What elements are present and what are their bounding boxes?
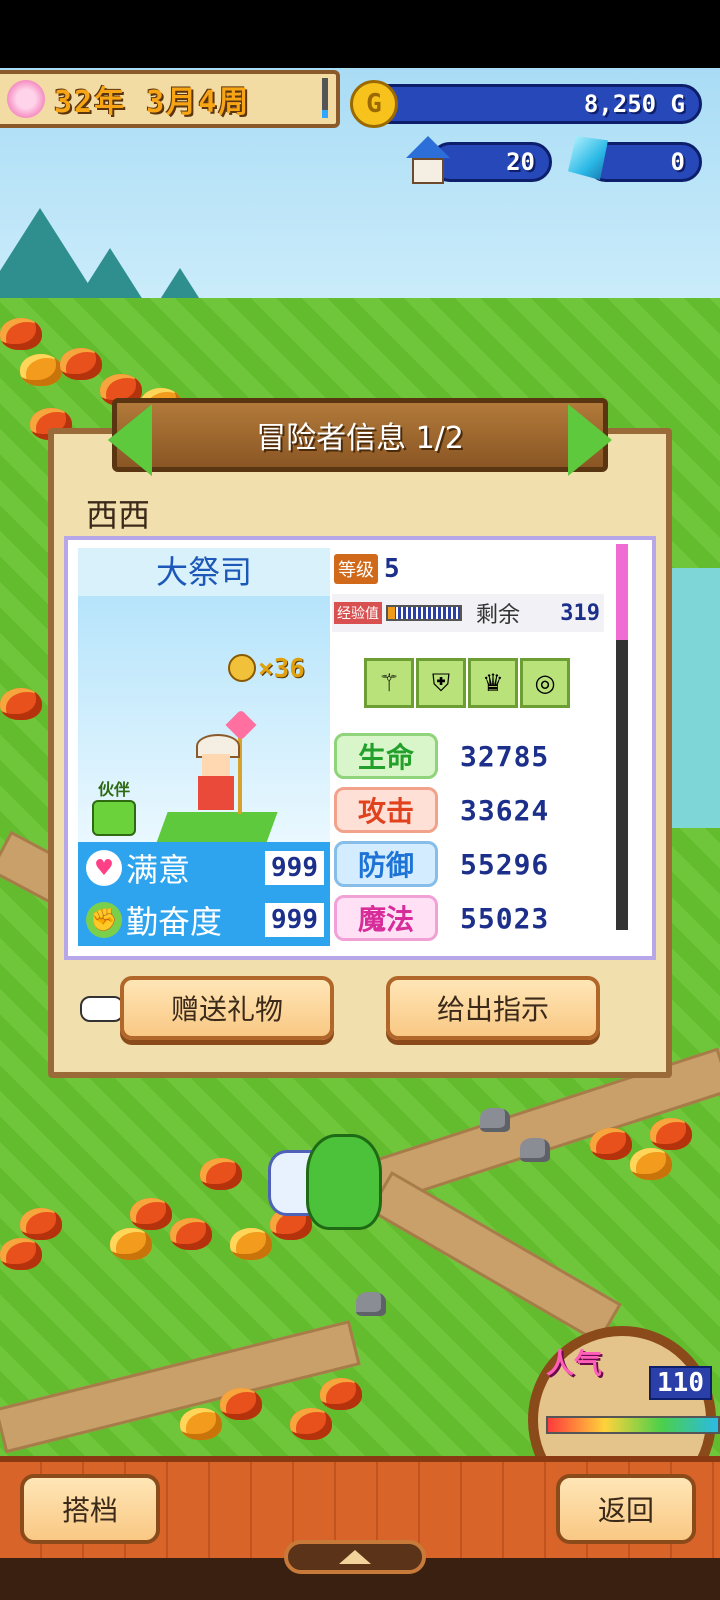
autumn-tree [20, 1208, 62, 1240]
gold-amount: 8,250 G [583, 90, 685, 118]
autumn-tree [290, 1408, 332, 1440]
autumn-tree [0, 688, 42, 720]
give-gift-button[interactable]: 赠送礼物 [120, 976, 334, 1040]
portrait-pane: 大祭司 ×36 伙伴 ♥ 满意 999 ✊ 勤奋度 999 [78, 548, 330, 946]
character-info-box: 大祭司 ×36 伙伴 ♥ 满意 999 ✊ 勤奋度 999 等级 5 经验值 剩… [64, 536, 656, 960]
status-bar [0, 0, 720, 68]
info-scrollbar[interactable] [616, 544, 628, 930]
defense-value: 55296 [460, 847, 550, 881]
satisfaction-label: 满意 [126, 851, 191, 889]
character-portrait: ×36 伙伴 [78, 596, 330, 876]
staff-icon[interactable]: ⚚ [364, 658, 414, 708]
date-panel: 32年 3月4周 [0, 70, 340, 128]
autumn-tree [200, 1158, 242, 1190]
exp-row: 经验值 剩余 319 [332, 594, 604, 632]
attack-label: 攻击 [334, 787, 438, 833]
autumn-tree [320, 1378, 362, 1410]
attack-row: 攻击 33624 [334, 786, 594, 834]
autumn-tree [0, 1238, 42, 1270]
medal-icon [228, 654, 256, 682]
diligence-label: 勤奋度 [126, 903, 223, 941]
fist-icon: ✊ [86, 902, 122, 938]
adventurer-party[interactable] [268, 1104, 388, 1234]
popularity-gauge[interactable]: 人气 110 [522, 1322, 720, 1514]
autumn-tree [60, 348, 102, 380]
level-value: 5 [384, 554, 400, 584]
rock [520, 1138, 550, 1162]
satisfaction-value: 999 [265, 851, 324, 885]
autumn-tree [110, 1228, 152, 1260]
autumn-tree [650, 1118, 692, 1150]
heart-icon: ♥ [86, 850, 122, 886]
popularity-label: 人气 [546, 1347, 603, 1380]
defense-row: 防御 55296 [334, 840, 594, 888]
popularity-value: 110 [649, 1366, 712, 1400]
autumn-tree [630, 1148, 672, 1180]
expand-menu-button[interactable] [284, 1540, 426, 1574]
satisfaction-row: ♥ 满意 999 [78, 842, 330, 894]
remaining-value: 319 [560, 600, 600, 626]
partner-button[interactable]: 搭档 [20, 1474, 160, 1544]
give-instruction-button[interactable]: 给出指示 [386, 976, 600, 1040]
rock [356, 1292, 386, 1316]
autumn-tree [180, 1408, 222, 1440]
gem-count: 0 [670, 148, 685, 176]
partner-badge[interactable]: 伙伴 [92, 776, 136, 836]
character-name: 西西 [86, 496, 151, 534]
crown-icon[interactable]: ♛ [468, 658, 518, 708]
dialog-title: 冒险者信息 1/2 [256, 421, 464, 456]
slime-partner-icon [92, 800, 136, 836]
back-button[interactable]: 返回 [556, 1474, 696, 1544]
house-icon [406, 136, 450, 186]
defense-label: 防御 [334, 841, 438, 887]
prev-page-arrow-icon[interactable] [108, 404, 152, 476]
equipment-row: ⚚ ⛨ ♛ ◎ [364, 658, 570, 708]
autumn-tree [220, 1388, 262, 1420]
diligence-row: ✊ 勤奋度 999 [78, 894, 330, 946]
date-text: 32年 3月4周 [54, 85, 251, 120]
dragon-sprite [306, 1134, 382, 1230]
dialog-header: 冒险者信息 1/2 [112, 398, 608, 472]
class-label: 大祭司 [78, 548, 330, 596]
date-scroll-indicator [322, 78, 328, 118]
autumn-tree [130, 1198, 172, 1230]
autumn-tree [170, 1218, 212, 1250]
autumn-tree [0, 318, 42, 350]
gold-counter: 8,250 G [352, 84, 702, 124]
magic-row: 魔法 55023 [334, 894, 594, 942]
rock [480, 1108, 510, 1132]
popularity-bar [546, 1416, 720, 1434]
exp-label: 经验值 [334, 602, 382, 624]
level-label: 等级 [334, 554, 378, 584]
chevron-up-icon [339, 1550, 371, 1564]
exp-bar [386, 605, 462, 621]
magic-value: 55023 [460, 901, 550, 935]
autumn-tree [20, 354, 62, 386]
autumn-tree [230, 1228, 272, 1260]
medal-count: ×36 [258, 654, 305, 684]
level-row: 等级 5 [334, 554, 400, 584]
remaining-label: 剩余 [476, 603, 521, 628]
priest-sprite [190, 724, 242, 814]
hp-label: 生命 [334, 733, 438, 779]
ring-icon[interactable]: ◎ [520, 658, 570, 708]
next-page-arrow-icon[interactable] [568, 404, 612, 476]
scrollbar-thumb[interactable] [616, 544, 628, 640]
autumn-tree [590, 1128, 632, 1160]
armor-icon[interactable]: ⛨ [416, 658, 466, 708]
attack-value: 33624 [460, 793, 550, 827]
house-count: 20 [506, 148, 535, 176]
flower-icon [4, 77, 48, 121]
hp-row: 生命 32785 [334, 732, 594, 780]
hp-value: 32785 [460, 739, 550, 773]
gold-coin-icon: G [350, 80, 398, 128]
stats-pane: 等级 5 经验值 剩余 319 ⚚ ⛨ ♛ ◎ 生命 32785 攻击 3362… [332, 548, 604, 946]
pointing-hand-icon [80, 996, 124, 1022]
magic-label: 魔法 [334, 895, 438, 941]
diligence-value: 999 [265, 903, 324, 937]
